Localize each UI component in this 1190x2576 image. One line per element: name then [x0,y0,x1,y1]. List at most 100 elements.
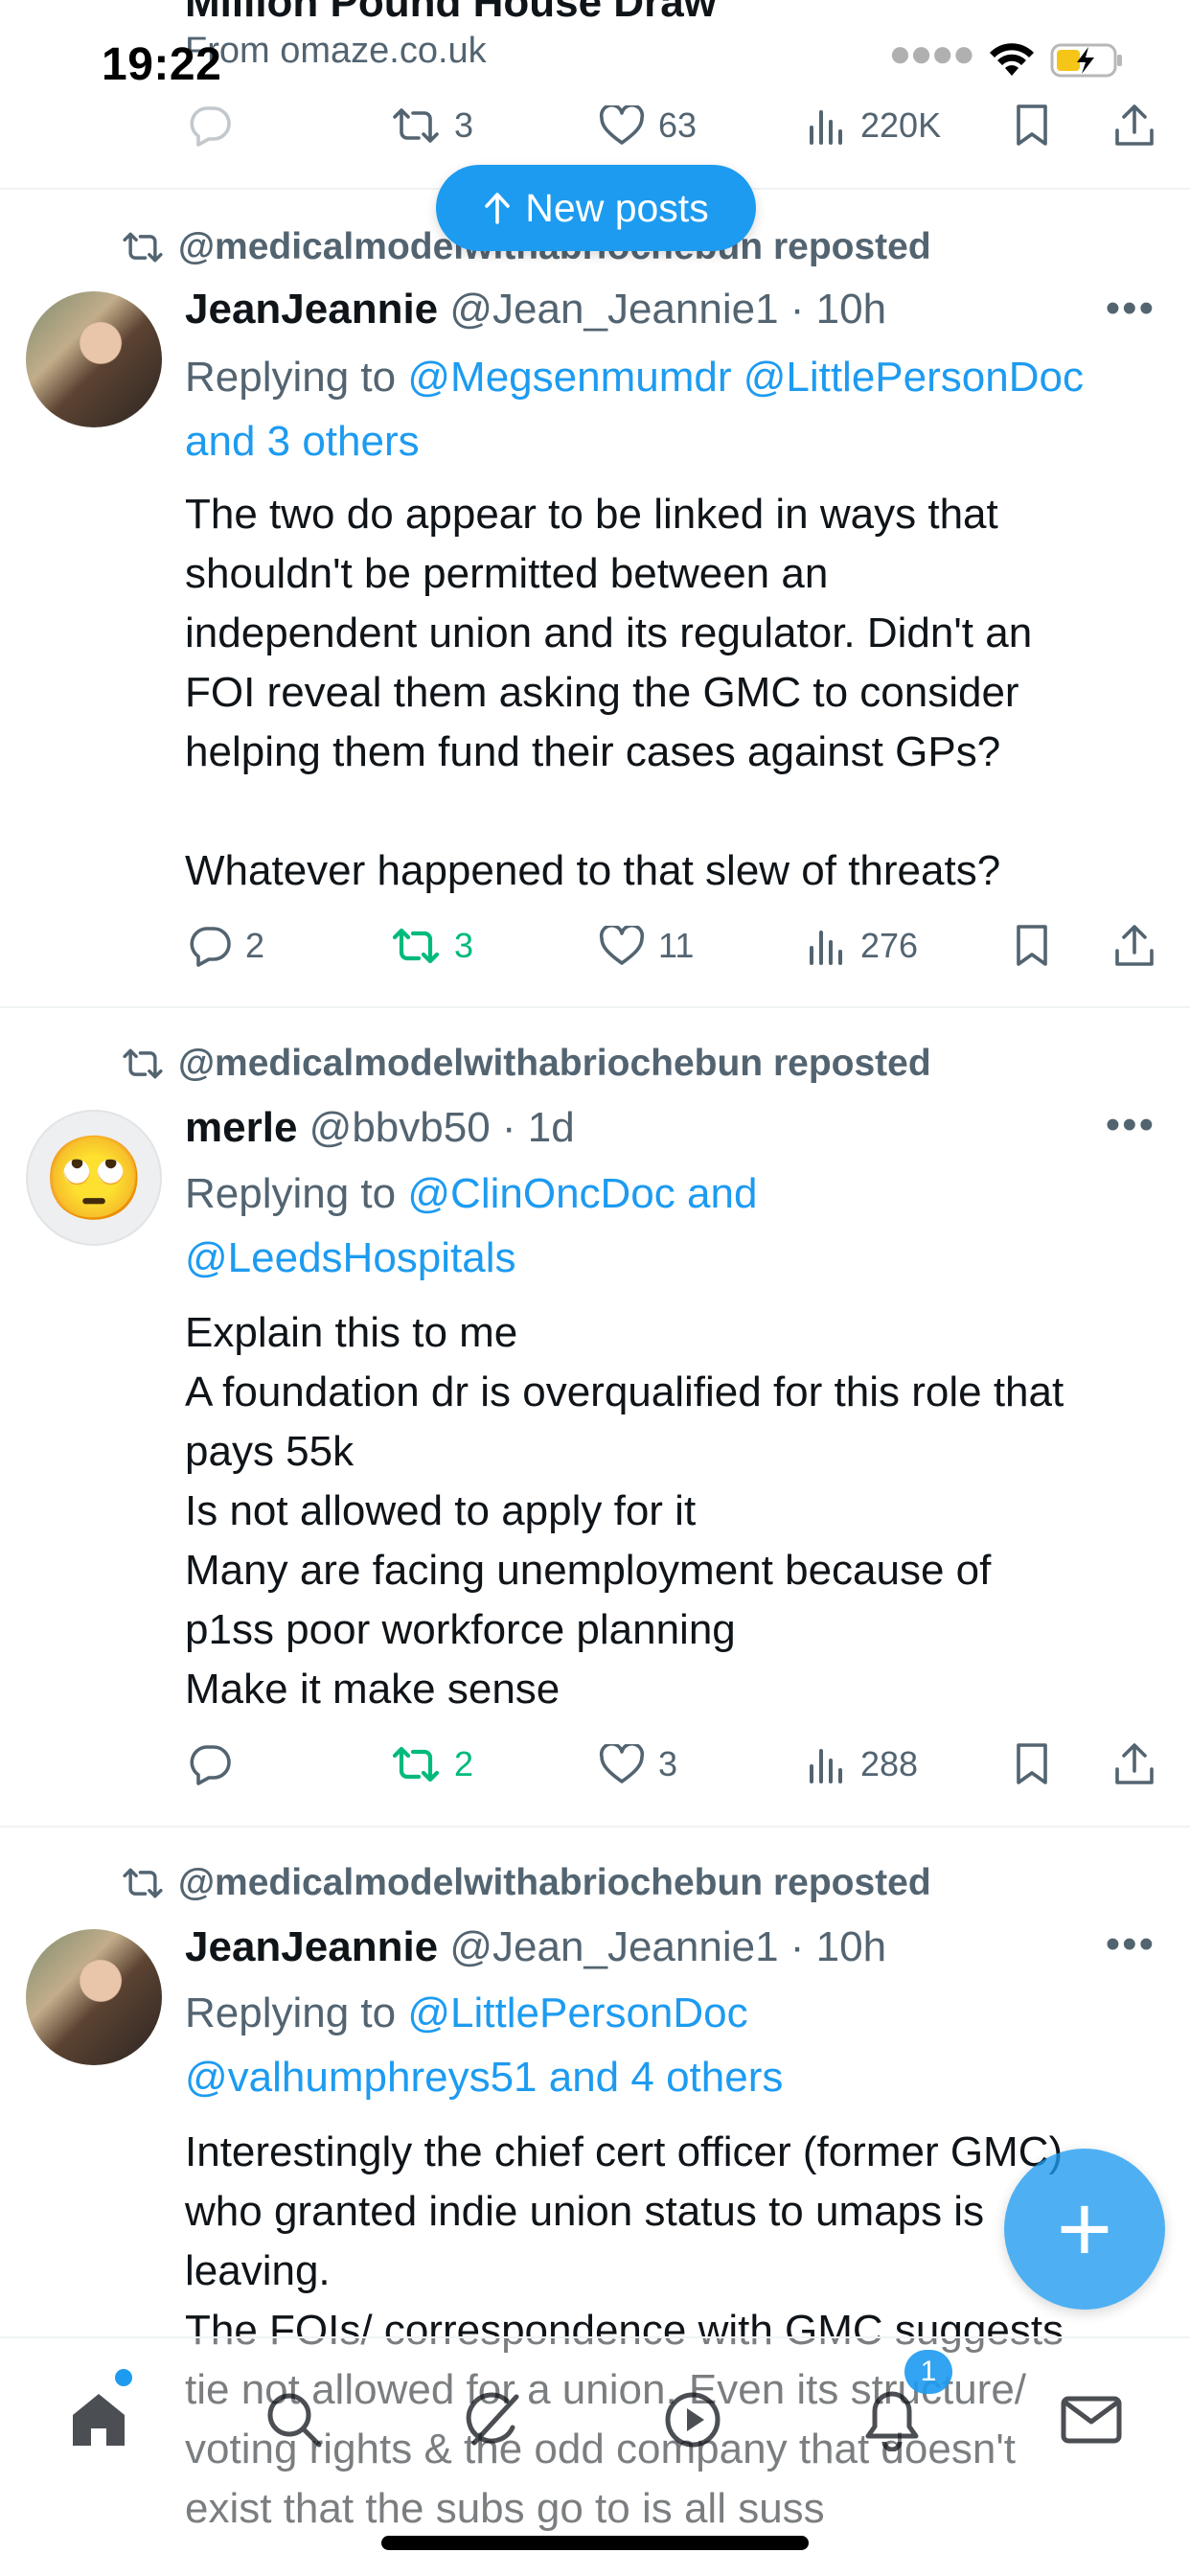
text-line: A foundation dr is overqualified for thi… [185,1368,1064,1415]
more-options-icon[interactable]: ••• [1106,288,1156,330]
reply-count: 2 [245,926,265,965]
nav-video[interactable] [650,2377,736,2463]
home-unread-dot [115,2369,132,2386]
bell-icon [865,2391,919,2451]
avatar[interactable] [26,291,162,427]
repost-icon [123,232,163,263]
handle-and-time[interactable]: @Jean_Jeannie1 · 10h [449,1923,886,1970]
text-line: Interestingly the chief cert officer (fo… [185,2128,1064,2175]
more-options-icon[interactable]: ••• [1106,1104,1156,1146]
reposted-by-label: @medicalmodelwithabriochebun reposted [178,1862,931,1903]
text-line: Explain this to me [185,1309,518,1356]
replying-prefix: Replying to [185,1170,397,1217]
text-line: shouldn't be permitted between an [185,550,829,597]
repost-icon [123,1048,163,1079]
text-line: helping them fund their cases against GP… [185,728,1001,775]
replying-to: Replying to @ClinOncDoc and @LeedsHospit… [185,1162,1162,1290]
text-line: FOI reveal them asking the GMC to consid… [185,669,1019,716]
repost-icon [123,1868,163,1898]
like-button[interactable]: 11 [599,912,694,979]
display-name[interactable]: JeanJeannie [185,1923,438,1970]
share-icon [1113,1742,1156,1786]
reply-icon [188,1743,232,1785]
battery-charging-icon [1050,43,1122,78]
views-button[interactable]: 288 [807,1731,918,1798]
share-button[interactable] [1113,1731,1156,1798]
bookmark-button[interactable] [1014,1731,1050,1798]
mail-icon [1061,2396,1122,2444]
reply-button[interactable] [188,1731,245,1798]
nav-home[interactable] [56,2377,142,2463]
wifi-icon [990,43,1034,76]
view-count: 276 [860,926,919,965]
avatar[interactable]: 🙄 [26,1110,162,1246]
text-line: p1ss poor workforce planning [185,1606,736,1653]
views-icon [807,1745,847,1783]
bookmark-button[interactable] [1014,912,1050,979]
mention-link[interactable]: @LittlePersonDoc [407,1990,747,2036]
text-line: Make it make sense [185,1666,561,1713]
like-count: 3 [658,1744,678,1783]
action-bar: 2 3 11 276 [0,912,1190,979]
bookmark-icon [1014,1742,1050,1786]
text-line: Is not allowed to apply for it [185,1487,697,1534]
action-bar: 2 3 288 [0,1731,1190,1798]
nav-search[interactable] [251,2377,337,2463]
notifications-badge: 1 [904,2350,952,2394]
repost-button[interactable]: 3 [391,912,473,979]
status-icons: ●●●● [888,34,1125,79]
new-posts-button[interactable]: New posts [436,165,756,251]
tweet-text[interactable]: Explain this to me A foundation dr is ov… [185,1303,1172,1719]
compose-button[interactable]: + [1004,2149,1165,2310]
like-button[interactable]: 3 [599,1731,677,1798]
repost-button[interactable]: 2 [391,1731,473,1798]
home-icon [73,2394,125,2446]
tweet-header: JeanJeannie @Jean_Jeannie1 · 10h [185,286,886,334]
tweet-text[interactable]: The two do appear to be linked in ways t… [185,485,1172,901]
tweet[interactable]: @medicalmodelwithabriochebun reposted Je… [0,192,1190,1008]
replying-prefix: Replying to [185,354,397,401]
tweet-header: JeanJeannie @Jean_Jeannie1 · 10h [185,1923,886,1971]
cellular-signal-icon: ●●●● [888,33,975,75]
share-button[interactable] [1113,912,1156,979]
text-line: The two do appear to be linked in ways t… [185,491,998,538]
heart-icon [599,1744,645,1784]
text-line: Whatever happened to that slew of threat… [185,847,1001,894]
mention-link[interactable]: @ClinOncDoc and [407,1170,757,1217]
reply-button[interactable]: 2 [188,912,264,979]
display-name[interactable]: merle [185,1104,297,1151]
mention-link[interactable]: @Megsenmumdr @LittlePersonDoc [407,354,1084,401]
reposted-by[interactable]: @medicalmodelwithabriochebun reposted [121,1043,931,1085]
like-count: 11 [658,926,695,965]
display-name[interactable]: JeanJeannie [185,286,438,333]
share-icon [1113,924,1156,968]
reply-icon [188,925,232,967]
avatar[interactable] [26,1929,162,2065]
new-posts-label: New posts [525,185,709,230]
nav-grok[interactable] [450,2377,537,2463]
mention-link[interactable]: and 3 others [185,409,1162,473]
repost-count: 3 [454,926,474,965]
reposted-by-label: @medicalmodelwithabriochebun reposted [178,1043,931,1084]
search-icon [267,2393,322,2448]
text-line: Many are facing unemployment because of [185,1547,992,1594]
nav-messages[interactable] [1048,2377,1134,2463]
text-line [185,782,1172,841]
repost-icon [391,1744,441,1784]
heart-icon [599,926,645,966]
views-button[interactable]: 276 [807,912,918,979]
handle-and-time[interactable]: @Jean_Jeannie1 · 10h [449,286,886,333]
reposted-by[interactable]: @medicalmodelwithabriochebun reposted [121,1862,931,1904]
mention-link[interactable]: @LeedsHospitals [185,1226,1162,1290]
play-icon [665,2392,721,2448]
text-line: independent union and its regulator. Did… [185,610,1033,656]
arrow-up-icon [485,193,511,224]
repost-icon [391,926,441,966]
more-options-icon[interactable]: ••• [1106,1923,1156,1966]
tweet[interactable]: @medicalmodelwithabriochebun reposted 🙄 … [0,1008,1190,1828]
repost-count: 2 [454,1744,474,1783]
mention-link[interactable]: @valhumphreys51 and 4 others [185,2045,1162,2109]
bookmark-icon [1014,924,1050,968]
handle-and-time[interactable]: @bbvb50 · 1d [309,1104,575,1151]
home-indicator [381,2536,809,2550]
